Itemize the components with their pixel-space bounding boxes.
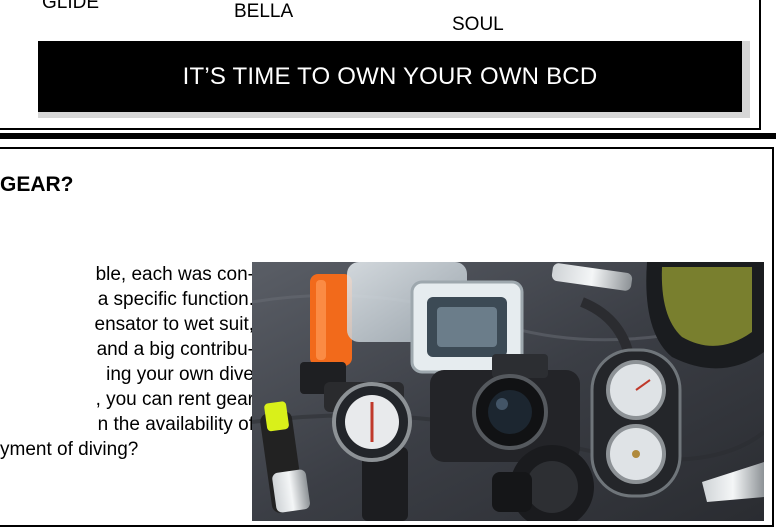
body-line: , you can rent gear (95, 389, 254, 410)
body-line: yment of diving? (0, 439, 139, 460)
scuba-gear-illustration (252, 262, 764, 521)
product-label-soul: SOUL (452, 14, 504, 35)
article-heading: GEAR? (0, 173, 74, 196)
product-label-bella: BELLA (234, 1, 294, 22)
gauge-console-icon (590, 348, 682, 498)
article-body: ble, each was con- a specific function. … (0, 262, 254, 462)
bcd-banner-text: IT’S TIME TO OWN YOUR OWN BCD (38, 41, 742, 112)
product-label-glide: GLIDE (42, 0, 100, 13)
body-line: and a big contribu- (96, 339, 254, 360)
section-divider (0, 133, 776, 139)
body-line: a specific function. (97, 289, 254, 310)
body-line: ing your own dive (106, 364, 254, 385)
body-line: n the availability of (97, 414, 254, 435)
body-line: ble, each was con- (95, 264, 254, 285)
scuba-gear-photo (252, 262, 764, 521)
body-line: ensator to wet suit, (94, 314, 254, 335)
bcd-banner: IT’S TIME TO OWN YOUR OWN BCD (38, 41, 750, 118)
orange-light-icon (310, 274, 352, 366)
